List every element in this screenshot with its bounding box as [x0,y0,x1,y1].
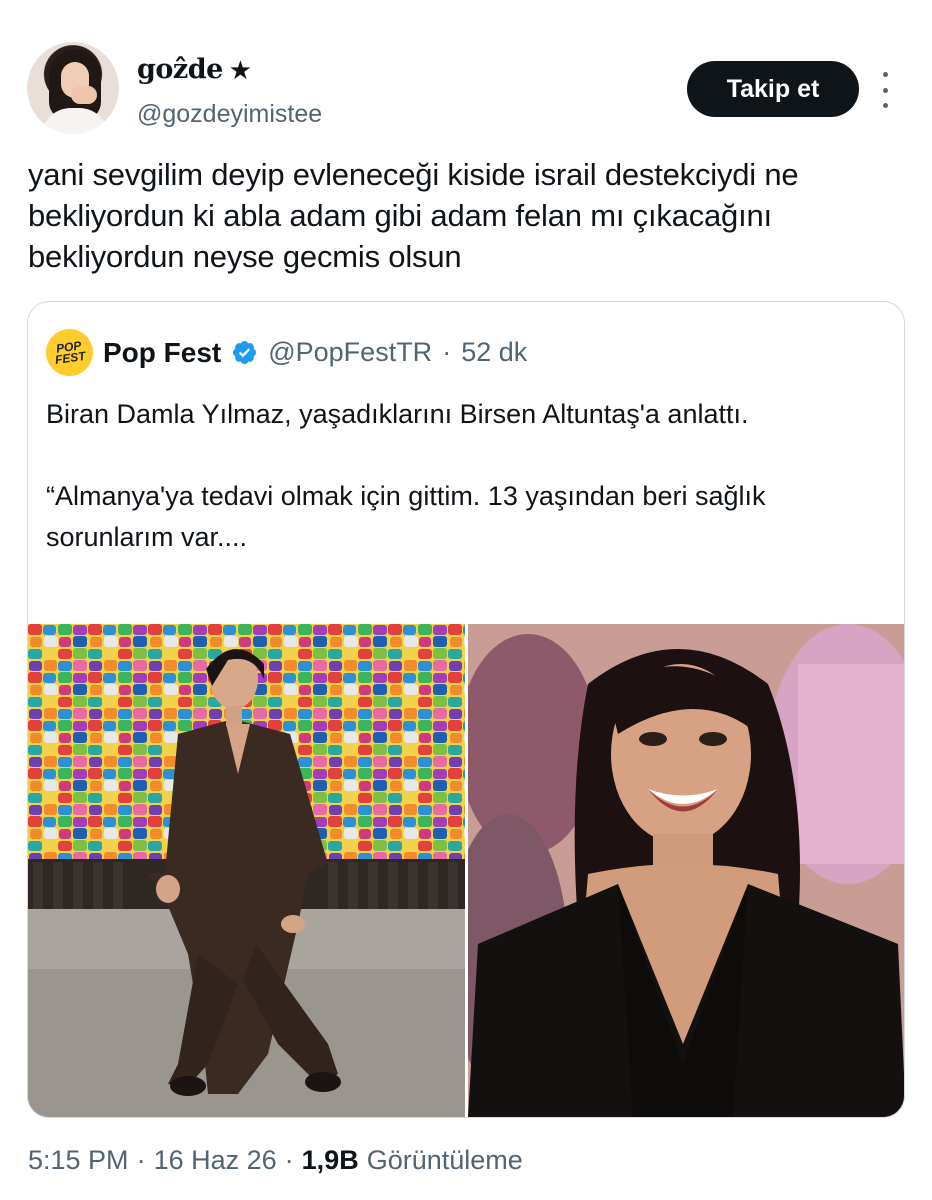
quoted-paragraph: Biran Damla Yılmaz, yaşadıklarını Birsen… [46,399,749,429]
follow-button[interactable]: Takip et [687,61,859,117]
quoted-photo-1[interactable] [28,624,465,1117]
quoted-tweet-text: Biran Damla Yılmaz, yaşadıklarını Birsen… [46,394,886,558]
separator-dot: · [442,337,452,367]
avatar-hand [71,86,97,104]
views-label: Görüntüleme [366,1145,523,1175]
logo-text-line2: FEST [54,348,87,367]
quoted-author-name[interactable]: Pop Fest [103,337,221,369]
quoted-photo-2[interactable] [468,624,904,1117]
quoted-author-handle[interactable]: @PopFestTR [268,337,432,368]
photo-1-illustration [28,624,465,1117]
more-dot [882,87,888,93]
quoted-paragraph: “Almanya'ya tedavi olmak için gittim. 13… [46,481,766,552]
tweet-meta: 5:15 PM · 16 Haz 26 · 1,9B Görüntüleme [28,1145,523,1176]
tweet-text: yani sevgilim deyip evleneceği kiside is… [28,157,799,274]
tweet-date[interactable]: 16 Haz 26 [154,1145,277,1176]
author-display-name[interactable]: goẑde [137,54,223,85]
more-dot [882,103,888,108]
quoted-tweet-card[interactable]: POP FEST Pop Fest @PopFestTR · 52 dk Bir… [27,301,905,1118]
popfest-logo[interactable]: POP FEST [42,325,97,380]
author-name-row[interactable]: goẑde ★ [137,54,252,85]
author-avatar[interactable] [27,42,119,134]
views-count[interactable]: 1,9B [302,1145,359,1176]
tweet-header: goẑde ★ @gozdeyimistee Takip et [0,0,932,150]
separator-dot: · [284,1145,294,1175]
more-vertical-icon[interactable] [874,72,896,108]
tweet-time[interactable]: 5:15 PM [28,1145,129,1176]
author-handle[interactable]: @gozdeyimistee [137,100,322,129]
separator-dot: · [136,1145,146,1175]
star-icon: ★ [228,54,253,85]
photo-2-illustration [468,624,904,1117]
verified-badge-icon [233,340,257,365]
quoted-timestamp[interactable]: 52 dk [461,337,527,368]
quoted-tweet-header: POP FEST Pop Fest @PopFestTR · 52 dk [42,325,527,380]
more-dot [882,72,888,77]
